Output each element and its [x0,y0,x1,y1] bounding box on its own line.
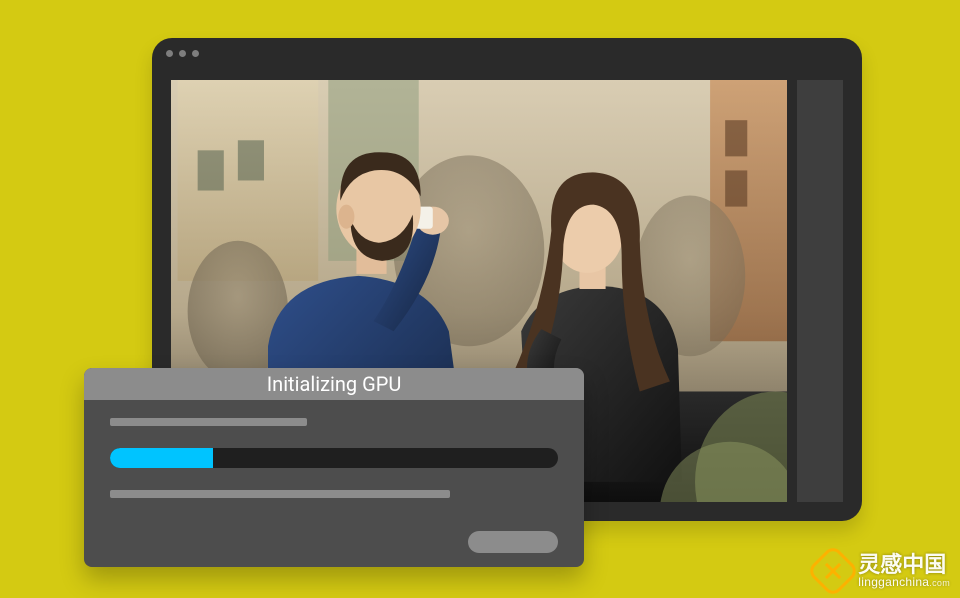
watermark: 灵感中国 lingganchina.com [814,552,950,590]
titlebar [152,38,862,68]
window-control-dot[interactable] [166,50,173,57]
progress-fill [110,448,213,468]
dialog-body [84,400,584,567]
initializing-dialog: Initializing GPU [84,368,584,567]
detail-line-placeholder [110,490,450,498]
dialog-action-button[interactable] [468,531,558,553]
dialog-title: Initializing GPU [267,372,402,396]
window-control-dot[interactable] [192,50,199,57]
side-panel[interactable] [797,80,843,502]
watermark-sub-text: lingganchina.com [858,576,950,588]
dialog-titlebar: Initializing GPU [84,368,584,400]
dialog-footer [110,531,558,553]
watermark-main-text: 灵感中国 [858,554,950,576]
progress-bar [110,448,558,468]
watermark-logo-icon [806,544,860,598]
status-line-placeholder [110,418,307,426]
window-control-dot[interactable] [179,50,186,57]
